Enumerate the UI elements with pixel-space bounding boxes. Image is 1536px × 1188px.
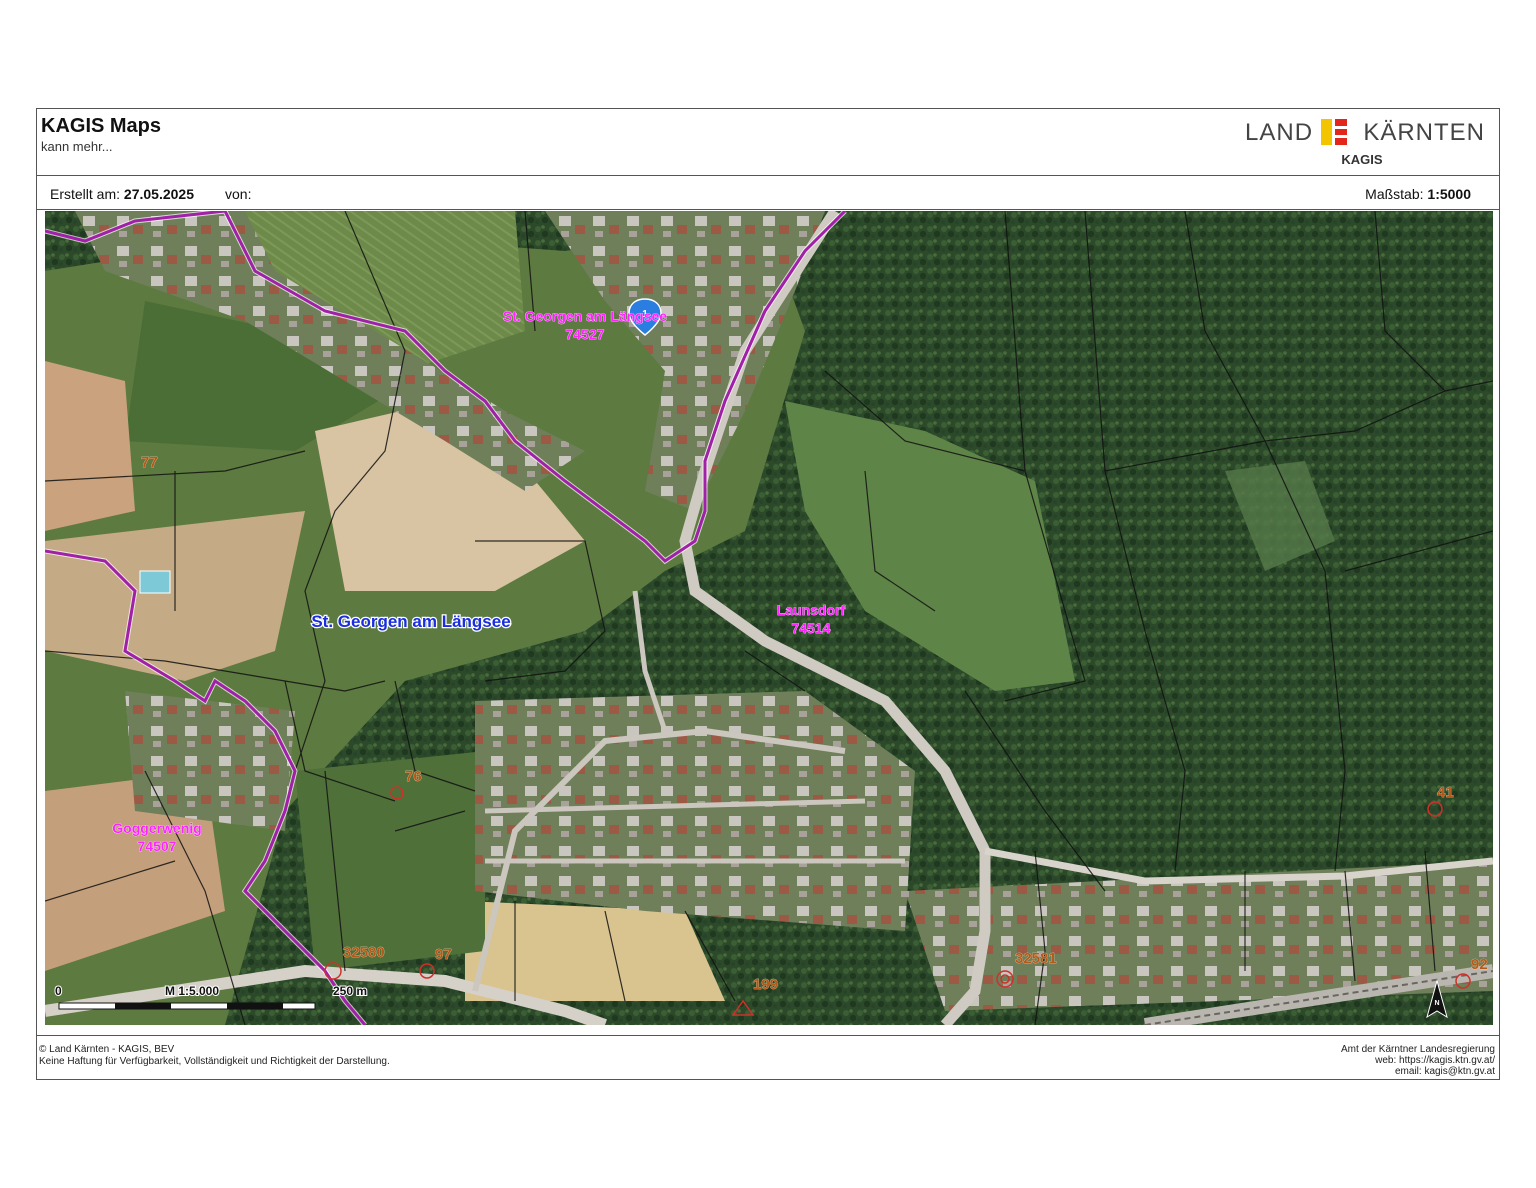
scale-value: 1:5000 [1427, 186, 1471, 202]
settlement-goggerwenig [125, 691, 295, 831]
email-link[interactable]: email: kagis@ktn.gv.at [1341, 1066, 1495, 1077]
parcel-number-97: 97 [435, 946, 452, 963]
wheat-field [465, 901, 725, 1001]
municipality-code-goggerwenig: 74507 [138, 838, 177, 854]
web-link[interactable]: web: https://kagis.ktn.gv.at/ [1341, 1055, 1495, 1066]
disclaimer-text: Keine Haftung für Verfügbarkeit, Vollstä… [39, 1056, 390, 1067]
municipality-label-st-georgen: St. Georgen am Längsee [503, 308, 667, 324]
created-info: Erstellt am: 27.05.2025 [50, 186, 194, 202]
scale-info: Maßstab: 1:5000 [1365, 186, 1471, 202]
created-date: 27.05.2025 [123, 186, 194, 202]
copyright-text: © Land Kärnten - KAGIS, BEV [39, 1044, 175, 1055]
sheet-header: KAGIS Maps kann mehr... LAND KÄRNTEN KAG… [37, 109, 1499, 176]
coat-of-arms-icon [1321, 119, 1347, 145]
parcel-number-41: 41 [1437, 784, 1454, 801]
municipality-code-st-georgen: 74527 [566, 326, 605, 342]
app-subtitle: kann mehr... [41, 139, 113, 154]
logo-text-land: LAND [1245, 119, 1314, 146]
scalebar-zero: 0 [55, 984, 62, 998]
footer-right: Amt der Kärntner Landesregierung web: ht… [1341, 1044, 1495, 1077]
created-label: Erstellt am: [50, 186, 121, 202]
parcel-number-76: 76 [405, 768, 422, 785]
parcel-number-199: 199 [753, 976, 778, 993]
land-kaernten-logo: LAND KÄRNTEN KAGIS [1245, 117, 1485, 173]
green-field-south [295, 751, 485, 971]
bare-field-west [45, 361, 135, 531]
authority-text: Amt der Kärntner Landesregierung [1341, 1044, 1495, 1055]
parcel-number-32580: 32580 [343, 944, 385, 961]
north-letter: N [1434, 1000, 1439, 1007]
municipality-label-launsdorf: Launsdorf [777, 602, 846, 618]
parcel-number-77: 77 [141, 454, 158, 471]
town-label: St. Georgen am Längsee [311, 612, 510, 631]
logo-text-kagis: KAGIS [1341, 152, 1383, 167]
sheet-footer: © Land Kärnten - KAGIS, BEV Keine Haftun… [37, 1035, 1499, 1080]
scalebar-distance: 250 m [333, 984, 367, 998]
app-title: KAGIS Maps [41, 115, 162, 137]
scale-label: Maßstab: [1365, 186, 1424, 202]
by-label: von: [225, 186, 252, 202]
map-canvas[interactable]: 1 St. Georgen am Längsee 74527 Launsdorf… [45, 211, 1493, 1025]
pool-building [139, 570, 171, 594]
info-bar: Erstellt am: 27.05.2025 von: Maßstab: 1:… [37, 175, 1499, 210]
map-sheet: KAGIS Maps kann mehr... LAND KÄRNTEN KAG… [36, 108, 1500, 1080]
aerial-map[interactable]: 1 St. Georgen am Längsee 74527 Launsdorf… [45, 211, 1493, 1025]
municipality-label-goggerwenig: Goggerwenig [112, 820, 201, 836]
logo-text-kaernten: KÄRNTEN [1363, 119, 1485, 146]
municipality-code-launsdorf: 74514 [792, 620, 831, 636]
parcel-number-92: 92 [1471, 956, 1488, 973]
scalebar-ratio: M 1:5.000 [165, 984, 219, 998]
footer-left: © Land Kärnten - KAGIS, BEV Keine Haftun… [39, 1044, 390, 1068]
parcel-number-32581: 32581 [1015, 950, 1057, 967]
